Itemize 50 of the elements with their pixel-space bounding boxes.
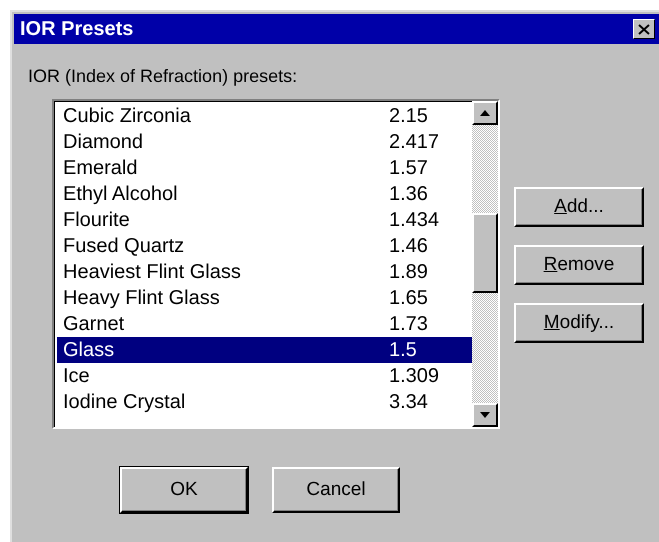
preset-name: Garnet (63, 312, 126, 336)
preset-value: 1.46 (389, 234, 428, 258)
preset-name: Iodine Crystal (63, 390, 186, 414)
list-item[interactable]: Emerald 1.57 (57, 155, 472, 181)
preset-name: Flourite (63, 208, 131, 232)
preset-value: 1.309 (389, 364, 440, 388)
list-label: IOR (Index of Refraction) presets: (28, 66, 298, 87)
preset-name: Heaviest Flint Glass (63, 260, 242, 284)
list-item[interactable]: Flourite 1.434 (57, 207, 472, 233)
preset-value: 1.89 (389, 260, 428, 284)
close-button[interactable] (633, 19, 655, 39)
preset-name: Ice (63, 364, 91, 388)
preset-value: 2.417 (389, 130, 440, 154)
preset-value: 1.57 (389, 156, 428, 180)
scroll-up-button[interactable] (472, 101, 498, 125)
preset-name: Cubic Zirconia (63, 104, 192, 128)
window-title: IOR Presets (20, 18, 134, 40)
list-item[interactable]: Diamond 2.417 (57, 129, 472, 155)
down-arrow-icon (480, 412, 490, 418)
preset-name: Ethyl Alcohol (63, 182, 179, 206)
preset-name: Emerald (63, 156, 138, 180)
preset-name: Fused Quartz (63, 234, 186, 258)
preset-name: Glass (63, 338, 116, 362)
up-arrow-icon (480, 110, 490, 116)
preset-value: 1.5 (389, 338, 417, 362)
cancel-button[interactable]: Cancel (272, 467, 400, 513)
preset-value: 1.65 (389, 286, 428, 310)
ok-button[interactable]: OK (120, 467, 248, 513)
list-item[interactable]: Ethyl Alcohol 1.36 (57, 181, 472, 207)
list-item[interactable]: Glass 1.5 (57, 337, 472, 363)
close-icon (638, 24, 650, 34)
scroll-down-button[interactable] (472, 403, 498, 427)
preset-value: 2.15 (389, 104, 428, 128)
preset-name: Heavy Flint Glass (63, 286, 221, 310)
list-item[interactable]: Garnet 1.73 (57, 311, 472, 337)
list-item[interactable]: Ice 1.309 (57, 363, 472, 389)
list-item[interactable]: Fused Quartz 1.46 (57, 233, 472, 259)
action-button[interactable]: Modify... (514, 303, 644, 343)
list-item[interactable]: Iodine Crystal 3.34 (57, 389, 472, 415)
preset-value: 1.73 (389, 312, 428, 336)
list-item[interactable]: Cubic Zirconia 2.15 (57, 103, 472, 129)
scroll-thumb[interactable] (472, 213, 498, 293)
action-button[interactable]: Remove (514, 245, 644, 285)
list-item[interactable]: Heavy Flint Glass 1.65 (57, 285, 472, 311)
list-item[interactable]: Heaviest Flint Glass 1.89 (57, 259, 472, 285)
preset-value: 3.34 (389, 390, 428, 414)
preset-value: 1.434 (389, 208, 440, 232)
preset-name: Diamond (63, 130, 144, 154)
preset-value: 1.36 (389, 182, 428, 206)
action-button[interactable]: Add... (514, 187, 644, 227)
